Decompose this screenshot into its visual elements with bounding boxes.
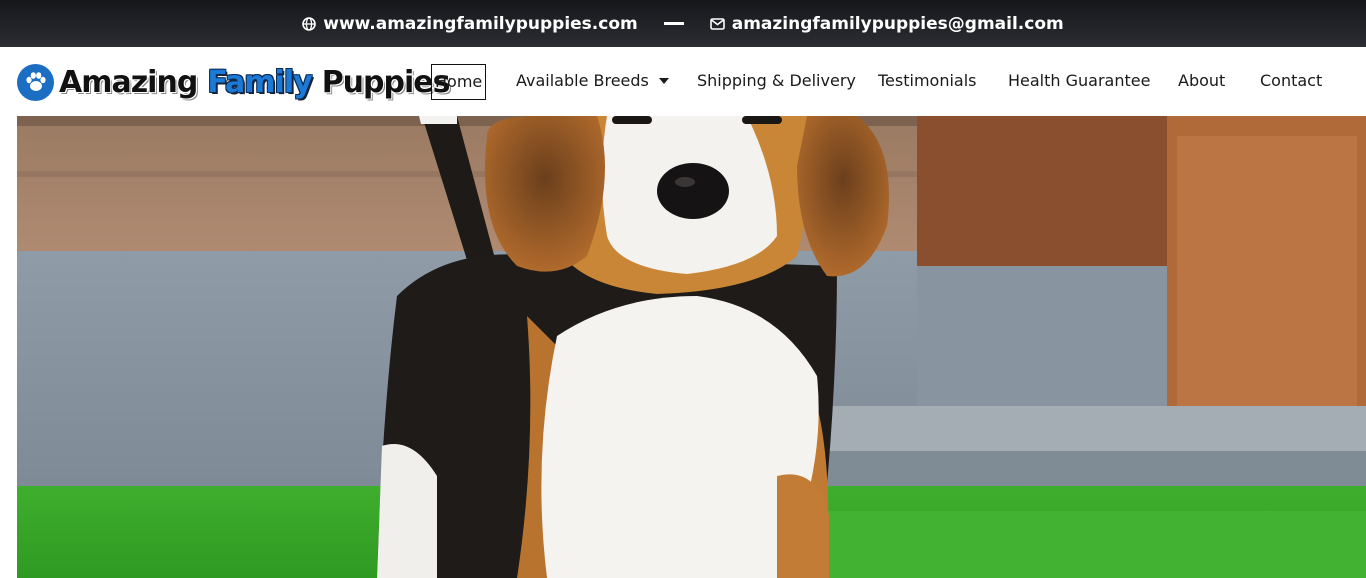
hero-beagle-image <box>17 116 1366 578</box>
nav-about[interactable]: About <box>1178 70 1225 92</box>
nav-available-breeds-label: Available Breeds <box>516 71 649 90</box>
main-nav: Home Available Breeds Shipping & Deliver… <box>0 47 1366 116</box>
nav-testimonials[interactable]: Testimonials <box>878 70 977 92</box>
nav-home[interactable]: Home <box>431 64 487 100</box>
nav-shipping-delivery[interactable]: Shipping & Delivery <box>697 70 856 92</box>
beagle-puppy-photo <box>17 116 1366 578</box>
envelope-icon <box>709 17 725 30</box>
website-contact[interactable]: www.amazingfamilypuppies.com <box>302 14 638 34</box>
globe-icon <box>302 16 317 31</box>
separator-dash <box>663 22 684 25</box>
nav-health-guarantee[interactable]: Health Guarantee <box>1008 70 1150 92</box>
email-contact[interactable]: amazingfamilypuppies@gmail.com <box>709 14 1064 34</box>
site-header: Amazing Family Puppies Home Available Br… <box>0 47 1366 116</box>
top-contact-bar: www.amazingfamilypuppies.com amazingfami… <box>0 0 1366 47</box>
chevron-down-icon[interactable] <box>658 77 669 84</box>
email-link[interactable]: amazingfamilypuppies@gmail.com <box>732 14 1064 34</box>
nav-contact[interactable]: Contact <box>1260 70 1322 92</box>
nav-available-breeds[interactable]: Available Breeds <box>516 70 669 92</box>
website-link[interactable]: www.amazingfamilypuppies.com <box>323 14 637 34</box>
